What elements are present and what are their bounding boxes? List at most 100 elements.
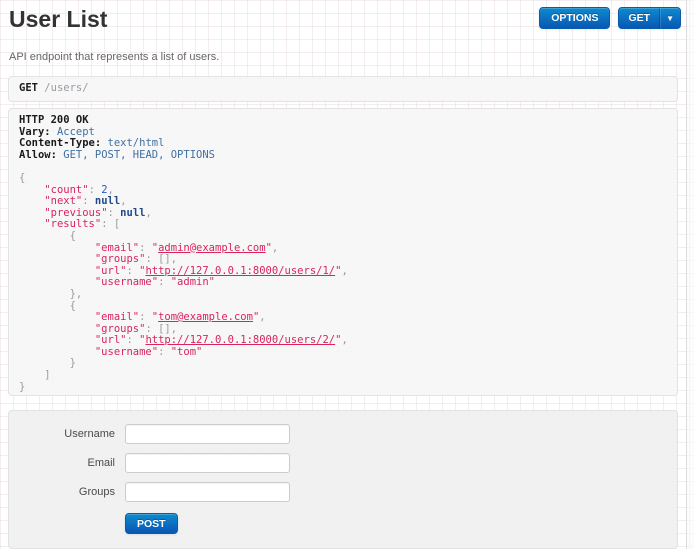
form-row-groups: Groups <box>9 482 677 502</box>
scrollbar[interactable] <box>686 0 694 549</box>
code-token: : [ <box>101 218 120 230</box>
form-row-username: Username <box>9 424 677 444</box>
code-token: : <box>139 242 152 254</box>
code-line: ] <box>19 370 667 382</box>
json-link[interactable]: admin@example.com <box>158 242 265 254</box>
code-token: Content-Type: <box>19 137 108 149</box>
code-line: }, <box>19 289 667 301</box>
page-title: User List <box>9 6 107 33</box>
email-label: Email <box>9 457 115 469</box>
code-token: } <box>70 357 76 369</box>
code-token: Vary: <box>19 126 57 138</box>
code-token: "groups" <box>95 253 146 265</box>
code-token: "results" <box>44 218 101 230</box>
code-token: : <box>126 334 139 346</box>
code-token: , <box>108 184 114 196</box>
code-token: : <box>158 346 171 358</box>
response-body: HTTP 200 OKVary: AcceptContent-Type: tex… <box>19 115 667 393</box>
code-token <box>19 369 44 381</box>
code-token <box>19 230 70 242</box>
code-token <box>19 207 44 219</box>
code-token <box>19 300 70 312</box>
code-token: : <box>82 195 95 207</box>
code-token: : [], <box>145 323 177 335</box>
code-token <box>19 253 95 265</box>
code-token: "email" <box>95 242 139 254</box>
code-token <box>19 346 95 358</box>
code-token <box>19 357 70 369</box>
code-token: , <box>145 207 151 219</box>
code-token: "tom" <box>171 346 203 358</box>
groups-field[interactable] <box>125 482 290 502</box>
code-token: null <box>95 195 120 207</box>
code-token: , <box>341 265 347 277</box>
code-line <box>19 161 667 173</box>
get-split-button: GET ▼ <box>618 7 681 29</box>
code-token: } <box>19 381 25 393</box>
code-token: "username" <box>95 346 158 358</box>
code-token: "previous" <box>44 207 107 219</box>
code-line: } <box>19 358 667 370</box>
chevron-down-icon[interactable]: ▼ <box>659 8 680 28</box>
code-token: GET, POST, HEAD, OPTIONS <box>63 149 215 161</box>
groups-label: Groups <box>9 486 115 498</box>
code-token: : <box>158 276 171 288</box>
request-line: GET /users/ <box>19 83 667 95</box>
username-field[interactable] <box>125 424 290 444</box>
code-token: { <box>70 230 76 242</box>
page-description: API endpoint that represents a list of u… <box>9 51 219 63</box>
code-line: HTTP 200 OK <box>19 115 667 127</box>
code-token: "count" <box>44 184 88 196</box>
code-token: GET <box>19 82 44 94</box>
response-box: HTTP 200 OKVary: AcceptContent-Type: tex… <box>8 108 678 396</box>
code-token: text/html <box>108 137 165 149</box>
code-token: , <box>341 334 347 346</box>
code-token: "email" <box>95 311 139 323</box>
code-token <box>19 195 44 207</box>
code-token: "next" <box>44 195 82 207</box>
code-token: }, <box>70 288 83 300</box>
get-button[interactable]: GET <box>619 8 659 28</box>
code-token: Accept <box>57 126 95 138</box>
code-token: , <box>272 242 278 254</box>
code-token: "url" <box>95 334 127 346</box>
code-token <box>19 242 95 254</box>
code-token: "username" <box>95 276 158 288</box>
code-token <box>19 265 95 277</box>
code-token: : <box>139 311 152 323</box>
toolbar: OPTIONS GET ▼ <box>539 7 681 29</box>
code-token <box>19 311 95 323</box>
code-token: "admin" <box>171 276 215 288</box>
json-link[interactable]: http://127.0.0.1:8000/users/2/ <box>145 334 335 346</box>
options-button[interactable]: OPTIONS <box>539 7 610 29</box>
code-line: Allow: GET, POST, HEAD, OPTIONS <box>19 150 667 162</box>
form-row-email: Email <box>9 453 677 473</box>
post-button[interactable]: POST <box>125 513 178 534</box>
json-link[interactable]: http://127.0.0.1:8000/users/1/ <box>145 265 335 277</box>
code-token <box>19 334 95 346</box>
code-token <box>19 288 70 300</box>
code-token: : [], <box>145 253 177 265</box>
code-line: "username": "tom" <box>19 347 667 359</box>
code-token <box>19 218 44 230</box>
code-line: { <box>19 173 667 185</box>
code-line: GET /users/ <box>19 83 667 95</box>
code-token: , <box>120 195 126 207</box>
code-token: , <box>259 311 265 323</box>
code-token <box>19 276 95 288</box>
code-token: ] <box>44 369 50 381</box>
json-link[interactable]: tom@example.com <box>158 311 253 323</box>
code-token <box>19 323 95 335</box>
code-token: null <box>120 207 145 219</box>
code-token: "groups" <box>95 323 146 335</box>
code-token: { <box>70 300 76 312</box>
code-token: HTTP 200 OK <box>19 114 89 126</box>
code-token <box>19 184 44 196</box>
email-field[interactable] <box>125 453 290 473</box>
code-token: { <box>19 172 25 184</box>
username-label: Username <box>9 428 115 440</box>
code-token: : <box>108 207 121 219</box>
code-line: "username": "admin" <box>19 277 667 289</box>
code-token: : <box>89 184 102 196</box>
code-token: Allow: <box>19 149 63 161</box>
